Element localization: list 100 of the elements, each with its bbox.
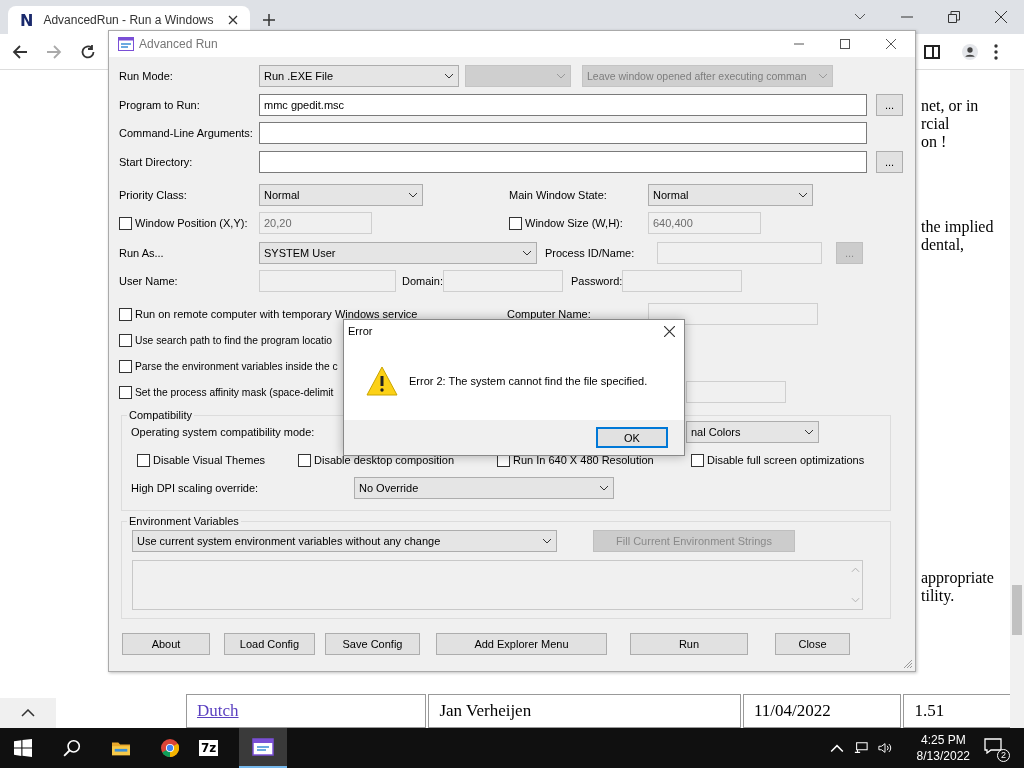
checkbox-label: Use search path to find the program locatio xyxy=(135,334,332,346)
network-icon[interactable] xyxy=(853,741,868,755)
maximize-icon[interactable] xyxy=(840,39,850,49)
window-icon xyxy=(252,738,275,756)
checkbox[interactable] xyxy=(137,453,150,467)
notification-count: 2 xyxy=(997,749,1010,762)
field-label: Domain: xyxy=(402,274,443,289)
dialog-button[interactable]: Close xyxy=(775,633,850,655)
chevron-down-icon xyxy=(522,250,532,256)
profile-icon[interactable] xyxy=(962,43,978,60)
chevron-down-icon xyxy=(408,192,418,198)
clock-date[interactable]: 8/13/2022 xyxy=(916,748,970,764)
browser-tab[interactable]: N AdvancedRun - Run a Windows xyxy=(8,6,250,34)
page-paragraph: net, or in rcial on ! xyxy=(921,97,980,151)
dropdown[interactable]: Run .EXE File xyxy=(259,65,459,87)
checkbox-label: Disable full screen optimizations xyxy=(707,454,865,466)
favicon: N xyxy=(20,10,34,30)
resize-grip-icon[interactable] xyxy=(903,659,913,669)
browser-icon[interactable] xyxy=(161,739,179,757)
page-paragraph: the implied dental, xyxy=(921,218,995,254)
field-label: Program to Run: xyxy=(119,98,201,113)
restore-icon[interactable] xyxy=(948,11,960,23)
checkbox-label: Run on remote computer with temporary Windows service xyxy=(135,308,418,320)
error-message: Error 2: The system cannot find the file specified. xyxy=(409,375,648,387)
field-label: Start Directory: xyxy=(119,155,194,170)
checkbox[interactable] xyxy=(298,453,311,467)
dialog-button[interactable]: Run xyxy=(630,633,748,655)
app-window-button[interactable] xyxy=(239,728,288,768)
table-cell: 1.51 xyxy=(914,701,945,720)
dropdown[interactable]: Use current system environment variables without any change xyxy=(132,530,557,552)
checkbox[interactable] xyxy=(119,307,132,321)
field-label: Run Mode: xyxy=(119,69,174,84)
menu-icon[interactable] xyxy=(994,43,998,60)
chevron-down-icon xyxy=(599,485,609,491)
checkbox[interactable] xyxy=(119,359,132,373)
dialog-button[interactable]: Load Config xyxy=(224,633,315,655)
close-icon[interactable] xyxy=(995,11,1007,23)
group-title: Compatibility xyxy=(128,409,193,421)
field-label: High DPI scaling override: xyxy=(131,481,260,496)
chevron-down-icon xyxy=(444,73,454,79)
window-title: Advanced Run xyxy=(139,37,218,51)
checkbox[interactable] xyxy=(691,453,704,467)
plus-icon[interactable] xyxy=(263,14,275,26)
dropdown[interactable]: SYSTEM User xyxy=(259,242,537,264)
language-link[interactable]: Dutch xyxy=(197,701,239,720)
field-label: User Name: xyxy=(119,274,179,289)
field-label: Password: xyxy=(570,274,623,289)
dialog-button[interactable]: Add Explorer Menu xyxy=(436,633,607,655)
checkbox-label: Disable desktop composition xyxy=(314,454,455,466)
dropdown[interactable]: No Override xyxy=(354,477,614,499)
windows-start-icon[interactable] xyxy=(14,739,32,757)
app-icon xyxy=(118,37,134,51)
field-label: Command-Line Arguments: xyxy=(119,126,254,141)
dialog-button[interactable]: Save Config xyxy=(325,633,420,655)
checkbox-label: Parse the environment variables inside the c xyxy=(135,360,338,372)
input-field[interactable]: mmc gpedit.msc xyxy=(259,94,867,116)
caret-up-icon xyxy=(21,709,35,717)
dialog-title: Error xyxy=(348,325,373,337)
tab-title: AdvancedRun - Run a Windows xyxy=(43,13,215,27)
field-label: Operating system compatibility mode: xyxy=(131,426,315,438)
input-field[interactable] xyxy=(259,122,867,144)
field-label: Run As... xyxy=(119,246,165,261)
dropdown[interactable]: Normal xyxy=(648,184,813,206)
close-icon[interactable] xyxy=(886,39,896,49)
field-label: Computer Name: xyxy=(507,307,592,322)
warning-icon xyxy=(366,366,398,396)
message-icon xyxy=(984,738,1002,754)
scrollbar[interactable] xyxy=(1010,70,1024,728)
dropdown[interactable]: Normal xyxy=(259,184,423,206)
reload-icon[interactable] xyxy=(80,43,96,60)
close-icon[interactable] xyxy=(664,325,675,337)
checkbox-label: Window Position (X,Y): xyxy=(135,217,248,229)
archiver-app-button[interactable]: 7z xyxy=(199,740,219,756)
page-paragraph: appropriate tility. xyxy=(921,569,995,605)
group-title: Environment Variables xyxy=(128,515,240,527)
table-cell: Jan Verheijen xyxy=(439,701,532,720)
clock-time[interactable]: 4:25 PM xyxy=(920,732,966,748)
dialog-button[interactable]: About xyxy=(122,633,210,655)
chevron-down-icon xyxy=(556,73,566,79)
input-field[interactable] xyxy=(259,151,867,173)
field-label: Main Window State: xyxy=(509,188,608,203)
close-icon[interactable] xyxy=(228,15,238,25)
chevron-down-icon xyxy=(798,192,808,198)
back-arrow-icon[interactable] xyxy=(12,43,28,60)
checkbox-label: Run In 640 X 480 Resolution xyxy=(513,454,654,466)
sidebar-icon[interactable] xyxy=(924,43,940,60)
table-cell: 11/04/2022 xyxy=(753,701,831,720)
field-label: Process ID/Name: xyxy=(545,246,636,261)
checkbox-label: Window Size (W,H): xyxy=(525,217,623,229)
search-icon[interactable] xyxy=(63,739,81,757)
checkbox[interactable] xyxy=(119,385,132,399)
browse-button[interactable]: ... xyxy=(876,94,903,116)
volume-icon[interactable] xyxy=(877,741,892,755)
checkbox[interactable] xyxy=(119,333,132,347)
browse-button[interactable]: ... xyxy=(876,151,903,173)
chevron-down-icon xyxy=(804,429,814,435)
field-label: Priority Class: xyxy=(119,188,188,203)
chevron-down-icon xyxy=(818,73,828,79)
dropdown[interactable]: nal Colors xyxy=(686,421,819,443)
ok-button[interactable]: OK xyxy=(596,427,668,448)
